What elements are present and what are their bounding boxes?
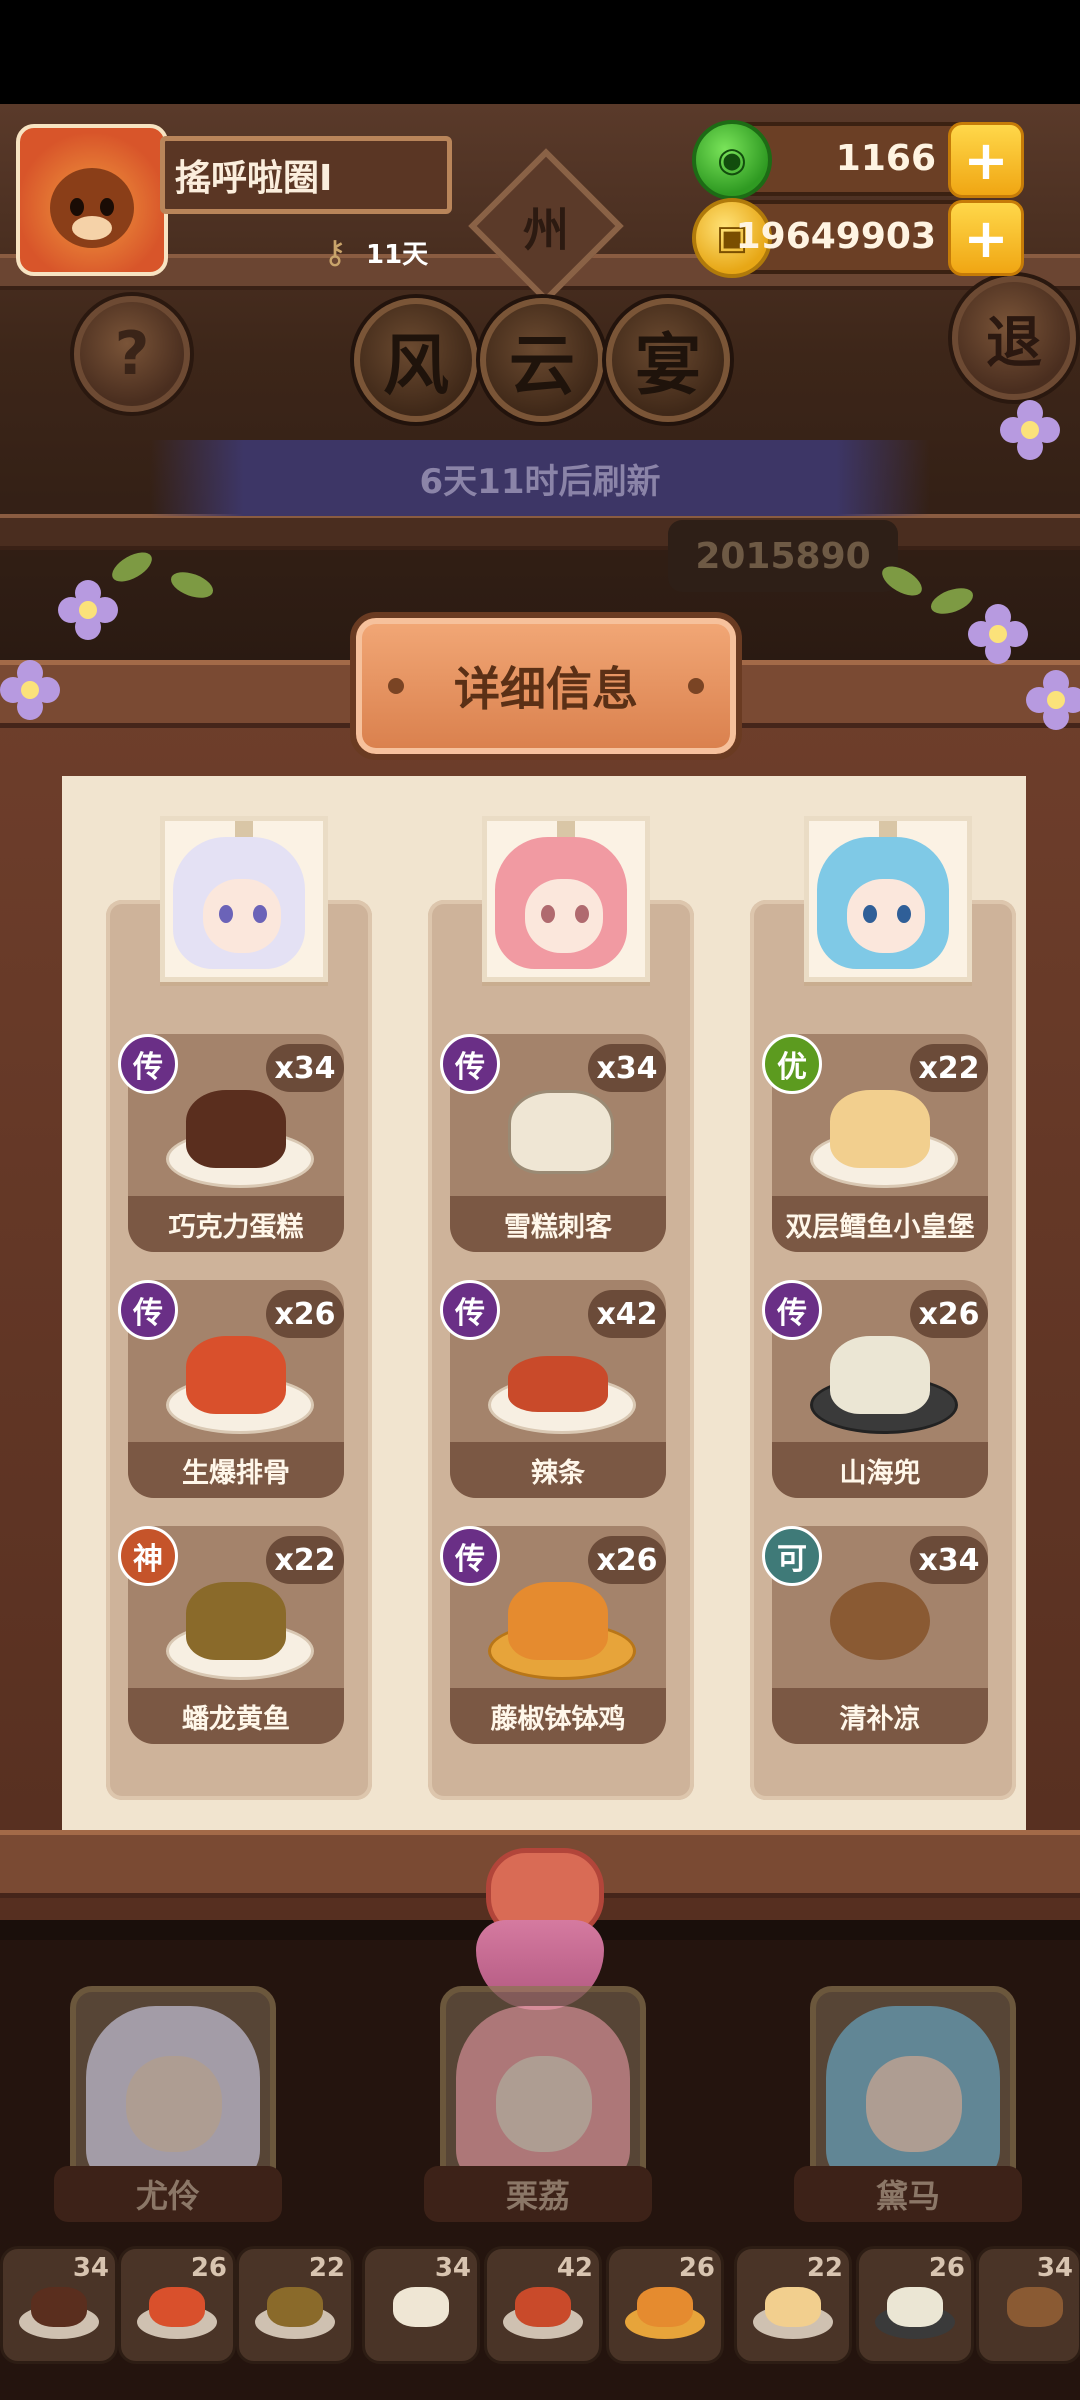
dish-card[interactable]: 传 x26 生爆排骨: [118, 1280, 344, 1498]
character-name: 栗荔: [424, 2166, 652, 2222]
flower-decoration: [968, 604, 1028, 664]
dumpling-icon: [830, 1336, 930, 1414]
mini-dish-card[interactable]: 42: [484, 2246, 602, 2364]
mini-dish-count: 34: [434, 2253, 471, 2283]
dish-card[interactable]: 传 x34 雪糕刺客: [440, 1034, 666, 1252]
mini-dish-card[interactable]: 26: [118, 2246, 236, 2364]
jade-amount: 1166: [835, 138, 936, 179]
dish-count: x26: [588, 1536, 666, 1584]
dish-name: 生爆排骨: [128, 1442, 344, 1498]
grade-badge: 传: [118, 1280, 178, 1340]
title-char-2: 云: [480, 298, 604, 422]
dish-card[interactable]: 优 x22 双层鳕鱼小皇堡: [762, 1034, 988, 1252]
mini-dish-count: 42: [556, 2253, 593, 2283]
dish-card[interactable]: 传 x26 藤椒钵钵鸡: [440, 1526, 666, 1744]
grade-badge: 优: [762, 1034, 822, 1094]
grade-badge: 传: [440, 1034, 500, 1094]
score-display: 2015890: [668, 520, 898, 592]
gold-amount: 19649903: [735, 216, 936, 257]
jade-coin-icon: ◉: [692, 120, 772, 200]
dish-count: x34: [588, 1044, 666, 1092]
character-name: 尤伶: [54, 2166, 282, 2222]
status-bar: [0, 0, 1080, 104]
help-button[interactable]: ?: [74, 296, 190, 412]
dish-name: 双层鳕鱼小皇堡: [772, 1196, 988, 1252]
grade-badge: 传: [762, 1280, 822, 1340]
jade-currency: ◉ 1166 +: [692, 120, 1024, 200]
days-counter: ⚷ 11天: [312, 228, 428, 276]
mini-dish-count: 34: [72, 2253, 109, 2283]
dish-name: 清补凉: [772, 1688, 988, 1744]
grade-badge: 神: [118, 1526, 178, 1586]
mini-dish-card[interactable]: 26: [856, 2246, 974, 2364]
chef-portrait-2[interactable]: [482, 816, 650, 982]
add-jade-button[interactable]: +: [948, 122, 1024, 198]
dish-card[interactable]: 神 x22 蟠龙黄鱼: [118, 1526, 344, 1744]
dish-name: 雪糕刺客: [450, 1196, 666, 1252]
dish-card[interactable]: 传 x42 辣条: [440, 1280, 666, 1498]
dish-card[interactable]: 传 x34 巧克力蛋糕: [118, 1034, 344, 1252]
gold-currency: ▣ 19649903 +: [692, 198, 1024, 278]
mini-dish-count: 22: [308, 2253, 345, 2283]
detail-title-plaque: 详细信息: [350, 612, 742, 760]
character-name: 黛马: [794, 2166, 1022, 2222]
dish-name: 山海兜: [772, 1442, 988, 1498]
dish-count: x22: [266, 1536, 344, 1584]
player-name: 搖呼啦圈I: [160, 136, 452, 214]
dish-count: x34: [266, 1044, 344, 1092]
key-icon: ⚷: [323, 233, 347, 271]
skewer-bowl-icon: [508, 1582, 608, 1660]
mini-dish-count: 26: [190, 2253, 227, 2283]
mini-dish-card[interactable]: 34: [976, 2246, 1080, 2364]
flower-decoration: [58, 580, 118, 640]
dish-count: x22: [910, 1044, 988, 1092]
add-gold-button[interactable]: +: [948, 200, 1024, 276]
dish-name: 巧克力蛋糕: [128, 1196, 344, 1252]
flower-decoration: [0, 660, 60, 720]
dish-count: x26: [910, 1290, 988, 1338]
coconut-dessert-icon: [830, 1582, 930, 1660]
chef-portrait-3[interactable]: [804, 816, 972, 982]
dish-name: 辣条: [450, 1442, 666, 1498]
cod-burger-icon: [830, 1090, 930, 1168]
player-avatar[interactable]: [16, 124, 168, 276]
dish-count: x26: [266, 1290, 344, 1338]
dragon-fish-icon: [186, 1582, 286, 1660]
dish-card[interactable]: 传 x26 山海兜: [762, 1280, 988, 1498]
mini-dish-count: 26: [928, 2253, 965, 2283]
chef-portrait-1[interactable]: [160, 816, 328, 982]
dish-name: 蟠龙黄鱼: [128, 1688, 344, 1744]
ice-cream-icon: [508, 1090, 614, 1174]
mini-dish-card[interactable]: 34: [362, 2246, 480, 2364]
mini-dish-card[interactable]: 22: [236, 2246, 354, 2364]
spicy-strip-icon: [508, 1356, 608, 1412]
grade-badge: 传: [118, 1034, 178, 1094]
region-sign-text: 州: [523, 203, 569, 257]
mini-dish-card[interactable]: 26: [606, 2246, 724, 2364]
flower-decoration: [1026, 670, 1080, 730]
days-text: 11天: [366, 239, 429, 270]
flower-decoration: [1000, 400, 1060, 460]
mini-dish-count: 34: [1036, 2253, 1073, 2283]
title-char-1: 风: [354, 298, 478, 422]
grade-badge: 传: [440, 1280, 500, 1340]
dish-card[interactable]: 可 x34 清补凉: [762, 1526, 988, 1744]
spare-ribs-icon: [186, 1336, 286, 1414]
title-char-3: 宴: [606, 298, 730, 422]
refresh-timer: 6天11时后刷新: [150, 440, 930, 516]
dish-count: x34: [910, 1536, 988, 1584]
grade-badge: 可: [762, 1526, 822, 1586]
mini-dish-count: 26: [678, 2253, 715, 2283]
chocolate-cake-icon: [186, 1090, 286, 1168]
grade-badge: 传: [440, 1526, 500, 1586]
mini-dish-card[interactable]: 34: [0, 2246, 118, 2364]
dish-name: 藤椒钵钵鸡: [450, 1688, 666, 1744]
exit-button[interactable]: 退: [952, 276, 1076, 400]
dish-count: x42: [588, 1290, 666, 1338]
mini-dish-card[interactable]: 22: [734, 2246, 852, 2364]
detail-title: 详细信息: [454, 662, 638, 716]
mini-dish-count: 22: [806, 2253, 843, 2283]
